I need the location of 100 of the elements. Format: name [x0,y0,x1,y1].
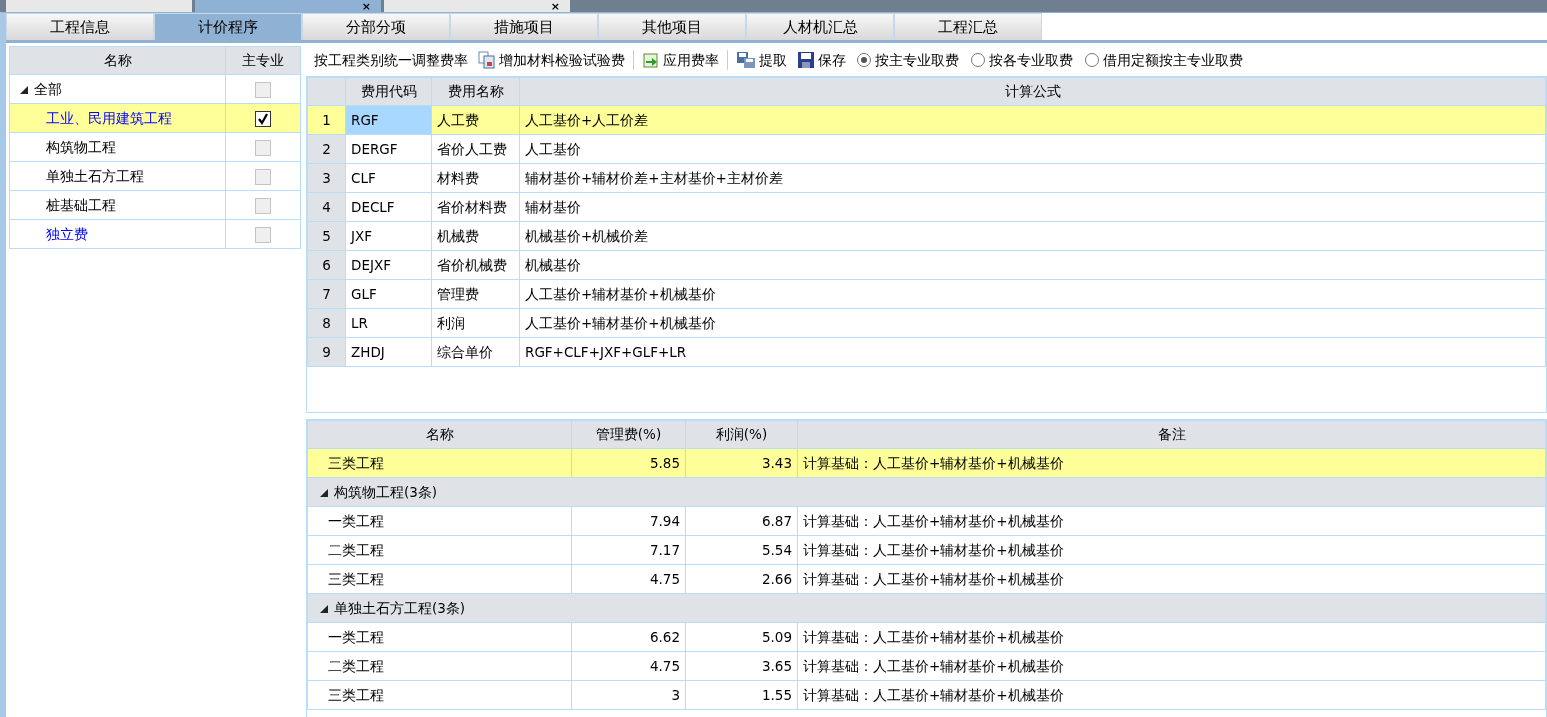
table-cell: 计算基础：人工基价+辅材基价+机械基价 [797,448,1546,478]
table-cell: 5.54 [685,535,798,565]
row-number: 1 [307,105,346,135]
column-header: 名称 [307,420,572,449]
table-cell: RGF [345,105,432,135]
table-cell: RGF+CLF+JXF+GLF+LR [519,337,1546,367]
module-tab[interactable]: 措施项目 [450,13,598,40]
table-cell: 计算基础：人工基价+辅材基价+机械基价 [797,506,1546,536]
table-cell: 人工基价+辅材基价+机械基价 [519,279,1546,309]
documents-icon [478,51,496,69]
column-header: 备注 [797,420,1546,449]
radio-option[interactable]: 按主专业取费 [854,49,962,71]
table-cell: 一类工程 [307,622,572,652]
tree-item[interactable]: 构筑物工程 [46,138,116,155]
radio-option[interactable]: 借用定额按主专业取费 [1082,49,1246,71]
table-cell: 机械基价 [519,250,1546,280]
radio-option[interactable]: 按各专业取费 [968,49,1076,71]
table-row[interactable]: 1 RGF 人工费 人工基价+人工价差 [307,105,1546,135]
column-header: 名称 [9,46,226,75]
table-row[interactable]: 2 DERGF 省价人工费 人工基价 [307,134,1546,164]
table-cell: 5.09 [685,622,798,652]
table-row[interactable]: 三类工程 5.85 3.43 计算基础：人工基价+辅材基价+机械基价 [307,448,1546,478]
table-cell: 人工基价 [519,134,1546,164]
table-row[interactable]: 一类工程 6.62 5.09 计算基础：人工基价+辅材基价+机械基价 [307,622,1546,652]
table-cell: GLF [345,279,432,309]
radio-button[interactable] [857,53,871,67]
table-row[interactable]: 9 ZHDJ 综合单价 RGF+CLF+JXF+GLF+LR [307,337,1546,367]
table-cell: 6.87 [685,506,798,536]
row-number: 2 [307,134,346,164]
row-number: 7 [307,279,346,309]
table-cell: DEJXF [345,250,432,280]
table-row[interactable]: 3 CLF 材料费 辅材基价+辅材价差+主材基价+主材价差 [307,163,1546,193]
table-cell: 人工费 [431,105,520,135]
tree-item[interactable]: 全部 [34,80,62,97]
radio-button[interactable] [971,53,985,67]
table-cell: 5.85 [571,448,686,478]
table-row[interactable]: 7 GLF 管理费 人工基价+辅材基价+机械基价 [307,279,1546,309]
table-row[interactable]: 4 DECLF 省价材料费 辅材基价 [307,192,1546,222]
module-tab[interactable]: 工程汇总 [894,13,1042,40]
table-cell: 综合单价 [431,337,520,367]
table-row[interactable]: 三类工程 3 1.55 计算基础：人工基价+辅材基价+机械基价 [307,680,1546,710]
table-row[interactable]: 6 DEJXF 省价机械费 机械基价 [307,250,1546,280]
table-cell: 1.55 [685,680,798,710]
table-cell: 3 [571,680,686,710]
table-cell: DECLF [345,192,432,222]
table-cell: 三类工程 [307,564,572,594]
table-cell: 省价材料费 [431,192,520,222]
module-tab[interactable]: 计价程序 [154,13,302,40]
table-cell: 4.75 [571,651,686,681]
table-cell: 管理费 [431,279,520,309]
extract-button[interactable]: 提取 [734,49,789,71]
table-cell: 2.66 [685,564,798,594]
group-title: 单独土石方工程(3条) [334,599,466,616]
column-header: 费用代码 [345,77,432,106]
table-cell: 一类工程 [307,506,572,536]
document-tab[interactable]: × [384,0,570,12]
table-cell: 材料费 [431,163,520,193]
table-row[interactable]: 8 LR 利润 人工基价+辅材基价+机械基价 [307,308,1546,338]
table-cell: 计算基础：人工基价+辅材基价+机械基价 [797,535,1546,565]
table-row[interactable]: 三类工程 4.75 2.66 计算基础：人工基价+辅材基价+机械基价 [307,564,1546,594]
module-tab[interactable]: 工程信息 [6,13,154,40]
table-cell: JXF [345,221,432,251]
document-tab[interactable]: × [195,0,381,12]
module-tab[interactable]: 其他项目 [598,13,746,40]
table-cell: 二类工程 [307,535,572,565]
table-cell: 6.62 [571,622,686,652]
radio-button[interactable] [1085,53,1099,67]
windows-icon [736,51,756,69]
table-cell: 人工基价+辅材基价+机械基价 [519,308,1546,338]
table-cell: 利润 [431,308,520,338]
tree-item[interactable]: 桩基础工程 [46,196,116,213]
adjust-rates-button[interactable]: 按工程类别统一调整费率 [312,49,470,71]
expand-toggle[interactable] [320,488,328,497]
module-tab[interactable]: 分部分项 [302,13,450,40]
table-row[interactable]: 二类工程 7.17 5.54 计算基础：人工基价+辅材基价+机械基价 [307,535,1546,565]
table-cell: CLF [345,163,432,193]
expand-toggle[interactable] [320,604,328,613]
table-cell: 辅材基价+辅材价差+主材基价+主材价差 [519,163,1546,193]
table-cell: DERGF [345,134,432,164]
add-test-fee-button[interactable]: 增加材料检验试验费 [476,49,627,71]
save-button[interactable]: 保存 [795,49,848,71]
tree-item[interactable]: 独立费 [46,225,88,242]
table-cell: 三类工程 [307,448,572,478]
table-row[interactable]: 5 JXF 机械费 机械基价+机械价差 [307,221,1546,251]
table-cell: 计算基础：人工基价+辅材基价+机械基价 [797,680,1546,710]
column-header: 费用名称 [431,77,520,106]
table-row[interactable]: 二类工程 4.75 3.65 计算基础：人工基价+辅材基价+机械基价 [307,651,1546,681]
table-cell: 三类工程 [307,680,572,710]
row-number: 9 [307,337,346,367]
table-row[interactable]: 一类工程 7.94 6.87 计算基础：人工基价+辅材基价+机械基价 [307,506,1546,536]
row-number: 8 [307,308,346,338]
row-number: 4 [307,192,346,222]
expand-toggle[interactable] [20,85,28,94]
table-cell: 3.65 [685,651,798,681]
table-cell: 省价人工费 [431,134,520,164]
apply-rates-button[interactable]: 应用费率 [640,49,721,71]
module-tab[interactable]: 人材机汇总 [746,13,894,40]
table-cell: 计算基础：人工基价+辅材基价+机械基价 [797,651,1546,681]
table-cell: 二类工程 [307,651,572,681]
checkbox[interactable] [255,110,271,127]
